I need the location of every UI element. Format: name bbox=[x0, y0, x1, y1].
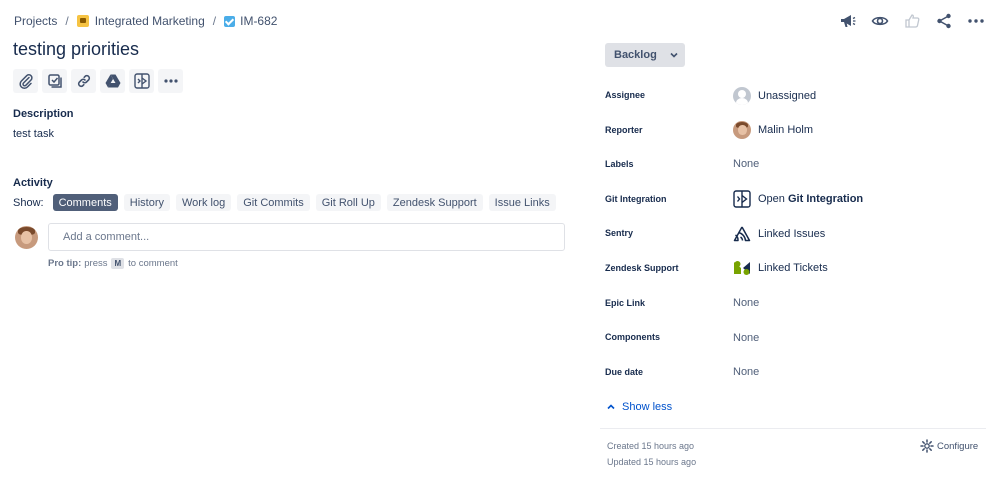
shortcut-key: M bbox=[111, 258, 125, 269]
pro-tip: Pro tip: press M to comment bbox=[48, 258, 178, 269]
status-label: Backlog bbox=[614, 49, 657, 61]
epic-link-label: Epic Link bbox=[605, 298, 646, 308]
more-icon bbox=[968, 19, 984, 23]
share-button[interactable] bbox=[935, 12, 953, 30]
link-issue-button[interactable] bbox=[71, 69, 96, 93]
paperclip-icon bbox=[18, 74, 33, 89]
subtask-icon bbox=[47, 74, 62, 88]
chevron-down-icon bbox=[670, 52, 678, 58]
share-icon bbox=[937, 13, 951, 29]
task-type-icon bbox=[224, 15, 236, 27]
created-timestamp: Created 15 hours ago bbox=[607, 441, 695, 451]
more-actions-button[interactable] bbox=[158, 69, 183, 93]
filter-history[interactable]: History bbox=[123, 194, 170, 211]
more-icon bbox=[163, 79, 178, 83]
zendesk-icon bbox=[734, 261, 750, 275]
eye-icon bbox=[871, 16, 889, 26]
pro-tip-pre: press bbox=[84, 258, 108, 269]
current-user-avatar bbox=[15, 226, 38, 249]
epic-link-value[interactable]: None bbox=[733, 297, 759, 309]
updated-timestamp: Updated 15 hours ago bbox=[607, 457, 697, 467]
breadcrumb-project-label: Integrated Marketing bbox=[94, 14, 205, 28]
activity-heading: Activity bbox=[13, 177, 53, 189]
issue-toolbar bbox=[13, 69, 183, 93]
project-icon bbox=[76, 15, 89, 27]
reporter-avatar bbox=[733, 121, 751, 139]
filter-git-commits[interactable]: Git Commits bbox=[237, 194, 310, 211]
assignee-label: Assignee bbox=[605, 90, 646, 100]
sentry-link: Linked Issues bbox=[758, 228, 826, 240]
watch-button[interactable] bbox=[871, 12, 889, 30]
filter-comments[interactable]: Comments bbox=[52, 194, 118, 211]
reporter-name: Malin Holm bbox=[758, 124, 814, 136]
description-heading: Description bbox=[13, 108, 74, 120]
configure-button[interactable]: Configure bbox=[920, 439, 978, 453]
show-less-button[interactable]: Show less bbox=[606, 401, 672, 413]
gear-icon bbox=[920, 439, 934, 453]
filter-issue-links[interactable]: Issue Links bbox=[488, 194, 556, 211]
sentry-icon bbox=[733, 226, 751, 242]
breadcrumb-issue-key[interactable]: IM-682 bbox=[224, 14, 277, 28]
create-subtask-button[interactable] bbox=[42, 69, 67, 93]
git-integration-button[interactable] bbox=[129, 69, 154, 93]
git-integration-link: Git Integration bbox=[787, 193, 864, 205]
pro-tip-post: to comment bbox=[128, 258, 178, 269]
comment-input[interactable]: Add a comment... bbox=[48, 223, 565, 251]
sentry-value[interactable]: Linked Issues bbox=[733, 225, 825, 243]
feedback-button[interactable] bbox=[839, 12, 857, 30]
git-open-label: Open bbox=[758, 193, 785, 205]
components-label: Components bbox=[605, 332, 660, 342]
description-text[interactable]: test task bbox=[13, 128, 54, 140]
breadcrumb-separator: / bbox=[65, 14, 69, 28]
show-label: Show: bbox=[13, 196, 44, 209]
sentry-label: Sentry bbox=[605, 228, 634, 238]
megaphone-icon bbox=[841, 15, 856, 27]
activity-filters: Show: Comments History Work log Git Comm… bbox=[13, 194, 562, 211]
google-drive-icon bbox=[105, 74, 120, 88]
breadcrumb-projects[interactable]: Projects bbox=[14, 14, 57, 28]
attach-button[interactable] bbox=[13, 69, 38, 93]
more-options-button[interactable] bbox=[967, 12, 985, 30]
show-less-label: Show less bbox=[622, 401, 673, 413]
due-date-value[interactable]: None bbox=[733, 366, 759, 378]
git-integration-value[interactable]: Open Git Integration bbox=[733, 190, 863, 208]
divider bbox=[600, 428, 986, 429]
git-integration-label: Git Integration bbox=[605, 194, 667, 204]
thumbs-up-icon bbox=[905, 14, 920, 28]
issue-title[interactable]: testing priorities bbox=[13, 39, 139, 60]
breadcrumb-project[interactable]: Integrated Marketing bbox=[76, 14, 205, 28]
due-date-label: Due date bbox=[605, 367, 644, 377]
configure-label: Configure bbox=[937, 440, 979, 452]
filter-zendesk-support[interactable]: Zendesk Support bbox=[386, 194, 483, 211]
labels-label: Labels bbox=[605, 159, 634, 169]
reporter-label: Reporter bbox=[605, 125, 643, 135]
zendesk-label: Zendesk Support bbox=[605, 263, 679, 273]
link-icon bbox=[77, 74, 90, 88]
chevron-up-icon bbox=[607, 404, 615, 410]
components-value[interactable]: None bbox=[733, 332, 759, 344]
assignee-name: Unassigned bbox=[758, 90, 817, 102]
zendesk-value[interactable]: Linked Tickets bbox=[733, 259, 828, 277]
vote-button[interactable] bbox=[903, 12, 921, 30]
filter-git-roll-up[interactable]: Git Roll Up bbox=[315, 194, 381, 211]
breadcrumb-separator: / bbox=[212, 14, 217, 28]
status-dropdown[interactable]: Backlog bbox=[605, 43, 685, 67]
google-drive-button[interactable] bbox=[100, 69, 125, 93]
pro-tip-label: Pro tip: bbox=[48, 258, 82, 269]
labels-value[interactable]: None bbox=[733, 158, 759, 170]
reporter-value[interactable]: Malin Holm bbox=[733, 121, 813, 139]
breadcrumb: Projects / Integrated Marketing / IM-682 bbox=[14, 13, 277, 29]
zendesk-link: Linked Tickets bbox=[758, 262, 828, 274]
unassigned-avatar-icon bbox=[733, 87, 751, 105]
git-integration-icon bbox=[733, 190, 751, 208]
issue-actions bbox=[839, 12, 985, 30]
git-integration-icon bbox=[133, 73, 150, 89]
filter-work-log[interactable]: Work log bbox=[176, 194, 232, 211]
breadcrumb-issue-label: IM-682 bbox=[240, 14, 278, 28]
assignee-value[interactable]: Unassigned bbox=[733, 87, 816, 105]
